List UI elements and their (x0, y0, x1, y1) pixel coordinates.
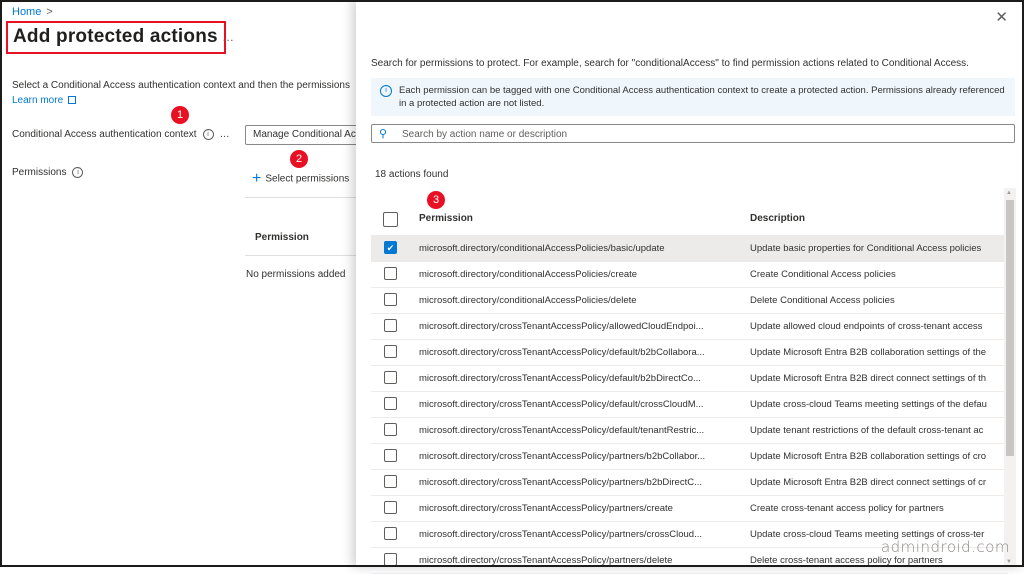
select-permissions-label: Select permissions (265, 173, 350, 185)
plus-icon: + (252, 170, 262, 187)
search-box: ⚲ (371, 124, 1015, 143)
table-row[interactable]: microsoft.directory/conditionalAccessPol… (371, 288, 1008, 314)
row-checkbox[interactable]: ✔ (384, 241, 397, 254)
permission-cell: microsoft.directory/crossTenantAccessPol… (419, 477, 702, 488)
search-input[interactable] (400, 126, 1004, 143)
step-badge-1: 1 (171, 106, 189, 124)
row-checkbox[interactable] (384, 501, 397, 514)
permission-cell: microsoft.directory/crossTenantAccessPol… (419, 373, 701, 384)
row-checkbox[interactable] (384, 267, 397, 280)
context-label: Conditional Access authentication contex… (12, 129, 230, 140)
table-row[interactable]: microsoft.directory/crossTenantAccessPol… (371, 340, 1008, 366)
intro-text: Select a Conditional Access authenticati… (12, 80, 350, 91)
description-cell: Update allowed cloud endpoints of cross-… (750, 321, 983, 332)
scroll-down-icon[interactable]: ▼ (1006, 559, 1012, 565)
permissions-table: Permission Description ✔ microsoft.direct… (371, 205, 1008, 574)
description-cell: Delete cross-tenant access policy for pa… (750, 555, 943, 566)
permission-cell: microsoft.directory/crossTenantAccessPol… (419, 555, 673, 566)
more-options-button[interactable]: … (222, 30, 234, 44)
info-icon: i (380, 85, 392, 97)
row-checkbox[interactable] (384, 553, 397, 566)
learn-more-link[interactable]: Learn more (12, 95, 77, 106)
description-cell: Update Microsoft Entra B2B direct connec… (750, 373, 987, 384)
row-checkbox[interactable] (384, 423, 397, 436)
breadcrumb: Home > (12, 6, 53, 18)
table-row[interactable]: microsoft.directory/crossTenantAccessPol… (371, 314, 1008, 340)
description-cell: Update Microsoft Entra B2B direct connec… (750, 477, 987, 488)
table-row[interactable]: microsoft.directory/crossTenantAccessPol… (371, 496, 1008, 522)
info-icon[interactable]: i (202, 129, 214, 140)
row-checkbox[interactable] (384, 371, 397, 384)
row-checkbox[interactable] (384, 345, 397, 358)
info-message-bar: i Each permission can be tagged with one… (371, 78, 1015, 116)
permission-cell: microsoft.directory/conditionalAccessPol… (419, 243, 665, 254)
results-count: 18 actions found (375, 169, 449, 180)
row-checkbox[interactable] (384, 397, 397, 410)
table-body: ✔ microsoft.directory/conditionalAccessPo… (371, 236, 1008, 574)
permission-cell: microsoft.directory/conditionalAccessPol… (419, 295, 637, 306)
breadcrumb-separator: > (46, 6, 53, 18)
search-icon: ⚲ (379, 128, 388, 140)
permission-cell: microsoft.directory/crossTenantAccessPol… (419, 529, 702, 540)
description-column-header[interactable]: Description (750, 213, 1005, 224)
table-row[interactable]: microsoft.directory/crossTenantAccessPol… (371, 418, 1008, 444)
description-cell: Update Microsoft Entra B2B collaboration… (750, 451, 987, 462)
permissions-label-text: Permissions (12, 167, 67, 179)
description-cell: Update cross-cloud Teams meeting setting… (750, 399, 987, 410)
row-checkbox[interactable] (384, 293, 397, 306)
divider (245, 197, 365, 198)
description-cell: Update Microsoft Entra B2B collaboration… (750, 347, 987, 358)
description-cell: Create Conditional Access policies (750, 269, 896, 280)
table-row[interactable]: ✔ microsoft.directory/conditionalAccessPo… (371, 236, 1008, 262)
permission-cell: microsoft.directory/crossTenantAccessPol… (419, 321, 704, 332)
permission-cell: microsoft.directory/crossTenantAccessPol… (419, 425, 705, 436)
row-checkbox[interactable] (384, 475, 397, 488)
scrollbar[interactable]: ▲ ▼ (1004, 188, 1016, 567)
description-cell: Update basic properties for Conditional … (750, 243, 982, 254)
info-message-text: Each permission can be tagged with one C… (399, 85, 1005, 109)
page-title: Add protected actions (13, 26, 218, 47)
context-more-button[interactable]: … (220, 129, 230, 140)
scrollbar-thumb[interactable] (1006, 200, 1014, 456)
close-icon[interactable]: ✕ (995, 8, 1008, 26)
table-row[interactable]: microsoft.directory/conditionalAccessPol… (371, 262, 1008, 288)
permission-cell: microsoft.directory/crossTenantAccessPol… (419, 399, 704, 410)
empty-state-text: No permissions added (246, 269, 346, 280)
table-row[interactable]: microsoft.directory/crossTenantAccessPol… (371, 392, 1008, 418)
step-badge-3: 3 (427, 191, 445, 209)
table-row[interactable]: microsoft.directory/crossTenantAccessPol… (371, 366, 1008, 392)
external-link-icon (68, 96, 77, 105)
info-icon[interactable]: i (72, 167, 84, 178)
divider (245, 255, 365, 256)
watermark: admindroid.com (880, 538, 1010, 556)
description-cell: Delete Conditional Access policies (750, 295, 895, 306)
title-highlight-box: Add protected actions (6, 21, 226, 54)
step-badge-2: 2 (290, 150, 308, 168)
breadcrumb-home-link[interactable]: Home (12, 6, 41, 18)
learn-more-label: Learn more (12, 95, 64, 106)
row-checkbox[interactable] (384, 527, 397, 540)
permissions-label: Permissions i (12, 167, 84, 179)
select-permissions-panel: ✕ Search for permissions to protect. For… (356, 0, 1024, 574)
description-cell: Create cross-tenant access policy for pa… (750, 503, 944, 514)
scroll-up-icon[interactable]: ▲ (1006, 190, 1012, 196)
description-cell: Update tenant restrictions of the defaul… (750, 425, 984, 436)
permission-column-header[interactable]: Permission (419, 213, 739, 224)
permission-cell: microsoft.directory/conditionalAccessPol… (419, 269, 638, 280)
table-row[interactable]: microsoft.directory/crossTenantAccessPol… (371, 470, 1008, 496)
permission-cell: microsoft.directory/crossTenantAccessPol… (419, 451, 706, 462)
permission-cell: microsoft.directory/crossTenantAccessPol… (419, 347, 705, 358)
panel-description: Search for permissions to protect. For e… (371, 58, 969, 69)
context-label-text: Conditional Access authentication contex… (12, 129, 197, 141)
permission-column-header: Permission (255, 232, 309, 243)
table-header-row: Permission Description (371, 205, 1008, 236)
row-checkbox[interactable] (384, 319, 397, 332)
select-permissions-button[interactable]: + Select permissions (252, 170, 349, 188)
row-checkbox[interactable] (384, 449, 397, 462)
permission-cell: microsoft.directory/crossTenantAccessPol… (419, 503, 673, 514)
select-all-checkbox[interactable] (383, 212, 398, 227)
table-row[interactable]: microsoft.directory/crossTenantAccessPol… (371, 444, 1008, 470)
